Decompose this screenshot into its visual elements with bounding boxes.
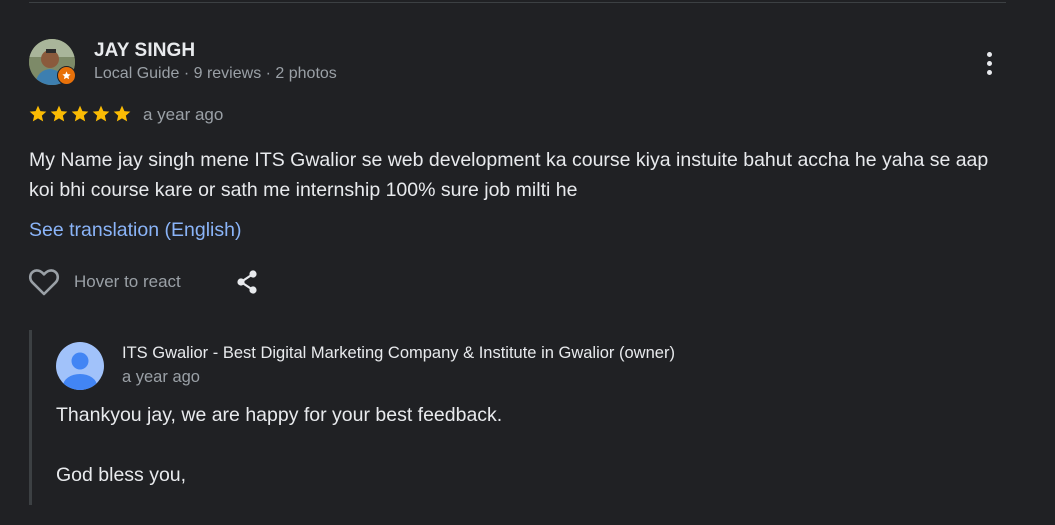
react-label: Hover to react (74, 272, 181, 291)
star-icon (92, 105, 110, 122)
star-icon (71, 105, 89, 122)
star-icon (29, 105, 47, 122)
review-time: a year ago (143, 105, 224, 124)
owner-name: ITS Gwalior - Best Digital Marketing Com… (122, 344, 675, 362)
top-divider (29, 2, 1006, 3)
owner-reply-time: a year ago (122, 368, 200, 386)
more-vert-icon (986, 51, 992, 57)
owner-reply-text: Thankyou jay, we are happy for your best… (56, 404, 503, 426)
heart-icon (28, 269, 60, 296)
react-button[interactable]: Hover to react (28, 266, 181, 298)
star-rating (28, 104, 132, 124)
owner-reply-text-2: God bless you, (56, 464, 187, 486)
reviewer-meta: Local Guide · 9 reviews · 2 photos (94, 65, 337, 82)
reviewer-avatar[interactable] (29, 39, 77, 87)
star-icon (113, 105, 131, 122)
owner-avatar (56, 342, 104, 390)
more-options-button[interactable] (974, 46, 1004, 80)
see-translation-link[interactable]: See translation (English) (29, 219, 241, 242)
reply-indent-bar (29, 330, 32, 505)
star-icon (50, 105, 68, 122)
review-text: My Name jay singh mene ITS Gwalior se we… (29, 149, 989, 201)
default-avatar-icon (56, 342, 104, 390)
local-guide-badge-icon (57, 66, 76, 85)
share-button[interactable] (233, 268, 261, 296)
share-icon (237, 270, 257, 294)
reviewer-name[interactable]: JAY SINGH (94, 40, 195, 62)
